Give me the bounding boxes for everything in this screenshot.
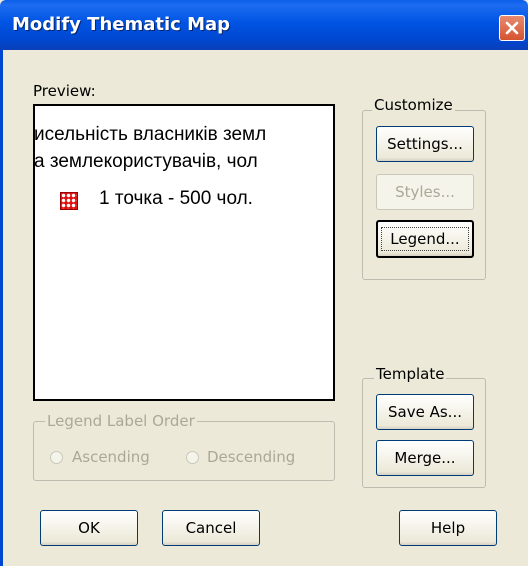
preview-panel: исельність власників земл а землекористу… [33, 104, 335, 401]
window-title: Modify Thematic Map [12, 14, 231, 35]
red-dot-pattern-icon [60, 192, 78, 210]
legend-item-label: 1 точка - 500 чол. [99, 188, 253, 209]
preview-label: Preview: [33, 82, 96, 100]
styles-button[interactable]: Styles... [376, 174, 474, 210]
legend-button-label: Legend... [381, 227, 469, 251]
descending-radio[interactable] [186, 451, 199, 464]
cancel-button[interactable]: Cancel [162, 510, 260, 546]
legend-button[interactable]: Legend... [376, 220, 474, 258]
descending-label[interactable]: Descending [207, 448, 295, 466]
close-button[interactable] [499, 15, 525, 41]
ascending-radio[interactable] [50, 451, 63, 464]
template-group-title: Template [374, 365, 447, 383]
ascending-label[interactable]: Ascending [72, 448, 150, 466]
ok-button[interactable]: OK [40, 510, 138, 546]
legend-label-order-title: Legend Label Order [45, 412, 197, 430]
customize-group-title: Customize [372, 96, 455, 114]
preview-line-1: исельність власників земл [34, 124, 267, 145]
settings-button[interactable]: Settings... [376, 126, 474, 162]
save-as-button[interactable]: Save As... [376, 394, 474, 430]
title-bar[interactable]: Modify Thematic Map [0, 0, 528, 50]
help-button[interactable]: Help [399, 510, 497, 546]
merge-button[interactable]: Merge... [376, 440, 474, 476]
preview-line-2: а землекористувачів, чол [34, 151, 258, 172]
close-icon [505, 21, 519, 35]
